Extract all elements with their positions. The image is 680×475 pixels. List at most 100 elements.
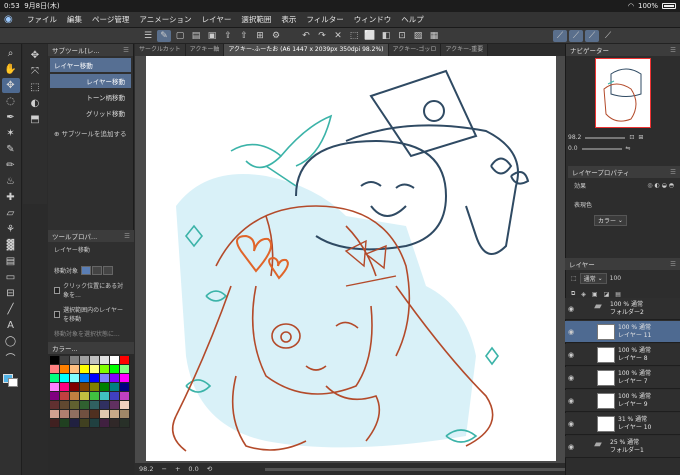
color-swatch[interactable] — [50, 365, 60, 374]
ruler-icon[interactable]: ▦ — [427, 30, 441, 42]
color-swatch[interactable] — [120, 365, 130, 374]
color-swatch[interactable] — [60, 383, 70, 392]
stabilizer-icon-3[interactable]: ⟋ — [585, 29, 599, 42]
background-color[interactable] — [7, 378, 18, 387]
stabilizer-icon-2[interactable]: ⟋ — [569, 29, 583, 42]
fit-icon[interactable]: ⊡ — [629, 134, 634, 141]
export-icon[interactable]: ⇪ — [221, 30, 235, 42]
menu-window[interactable]: ウィンドウ — [349, 14, 397, 25]
brush-icon[interactable]: ♨ — [2, 174, 20, 189]
target-grid-option[interactable] — [103, 266, 114, 275]
transform-icon[interactable]: ⬚ — [347, 30, 361, 42]
subtool-item-layer-move-header[interactable]: レイヤー移動 — [50, 58, 131, 72]
tab-acrylic-axis[interactable]: アクキー軸 — [185, 44, 225, 56]
color-swatch[interactable] — [50, 383, 60, 392]
color-swatch[interactable] — [50, 419, 60, 428]
layer-row[interactable]: ◉ 100 % 通常 レイヤー 7 — [565, 367, 680, 389]
color-swatch[interactable] — [50, 401, 60, 410]
layer-row[interactable]: ◉ 100 % 通常 レイヤー 8 — [565, 344, 680, 366]
color-swatch[interactable] — [120, 356, 130, 365]
color-swatch[interactable] — [120, 392, 130, 401]
visibility-eye-icon[interactable]: ◉ — [565, 397, 577, 405]
color-swatch[interactable] — [70, 356, 80, 365]
save-icon[interactable]: ▣ — [205, 30, 219, 42]
option-checkbox-1[interactable] — [54, 286, 61, 294]
color-swatch[interactable] — [80, 365, 90, 374]
visibility-eye-icon[interactable]: ◉ — [565, 328, 577, 336]
layer-lock-icon[interactable]: ⬚ — [571, 275, 577, 282]
menu-view[interactable]: 表示 — [276, 14, 301, 25]
color-indicator[interactable] — [2, 374, 19, 387]
eraser-icon[interactable]: ▱ — [2, 206, 20, 221]
zoom-icon[interactable]: ⌕ — [2, 46, 20, 61]
move-layer-group-icon[interactable]: ✥ — [26, 48, 44, 63]
target-layer-option[interactable] — [81, 266, 92, 275]
stabilizer-icon-4[interactable]: ⟋ — [601, 30, 615, 42]
color-swatch[interactable] — [80, 401, 90, 410]
color-swatch[interactable] — [90, 401, 100, 410]
blend-mode-select[interactable]: 通常 ⌄ — [579, 273, 607, 284]
color-swatch[interactable] — [70, 401, 80, 410]
stabilizer-icon-1[interactable]: ⟋ — [553, 29, 567, 42]
color-swatch[interactable] — [60, 365, 70, 374]
mask-icon[interactable]: ◪ — [604, 291, 610, 298]
transform-group-icon[interactable]: ⤧ — [26, 64, 44, 79]
color-swatch[interactable] — [110, 383, 120, 392]
color-swatch[interactable] — [120, 374, 130, 383]
redo-icon[interactable]: ↷ — [315, 30, 329, 42]
blend-icon[interactable]: ⚘ — [2, 222, 20, 237]
color-swatch[interactable] — [90, 374, 100, 383]
airbrush-icon[interactable]: ✚ — [2, 190, 20, 205]
zoom-out-icon[interactable]: − — [161, 465, 166, 473]
invert-icon[interactable]: ◧ — [379, 30, 393, 42]
color-swatch[interactable] — [110, 392, 120, 401]
color-swatch[interactable] — [70, 410, 80, 419]
color-swatch[interactable] — [110, 374, 120, 383]
opacity-value[interactable]: 100 — [610, 275, 621, 282]
layer-row[interactable]: ◉ 100 % 通常 レイヤー 11 — [565, 321, 680, 343]
expression-color-select[interactable]: カラー ⌄ — [594, 215, 627, 226]
tab-acrylic-gorro[interactable]: アクキー-ゴッロ — [388, 44, 442, 56]
new-file-icon[interactable]: ▢ — [173, 30, 187, 42]
menu-animation[interactable]: アニメーション — [134, 14, 196, 25]
fill-tool-icon[interactable]: ▓ — [2, 238, 20, 253]
pen-mode-icon[interactable]: ✎ — [157, 29, 171, 42]
horizontal-scrollbar[interactable] — [265, 467, 565, 471]
color-swatch[interactable] — [70, 374, 80, 383]
menu-icon[interactable]: ☰ — [141, 30, 155, 42]
fill-icon[interactable]: ▨ — [411, 30, 425, 42]
pen-icon[interactable]: ✎ — [2, 142, 20, 157]
color-swatch[interactable] — [60, 410, 70, 419]
balloon-icon[interactable]: ◯ — [2, 334, 20, 349]
gradient-icon[interactable]: ▤ — [2, 254, 20, 269]
color-swatch[interactable] — [100, 365, 110, 374]
visibility-eye-icon[interactable]: ◉ — [565, 351, 577, 359]
color-swatch[interactable] — [90, 419, 100, 428]
actual-size-icon[interactable]: ⊞ — [638, 134, 643, 141]
tab-acrylic-important[interactable]: アクキー-重要 — [441, 44, 489, 56]
color-swatch[interactable] — [60, 356, 70, 365]
pencil-icon[interactable]: ✏ — [2, 158, 20, 173]
color-swatch[interactable] — [100, 392, 110, 401]
settings-icon[interactable]: ⚙ — [269, 30, 283, 42]
color-swatch[interactable] — [70, 419, 80, 428]
color-swatch[interactable] — [90, 365, 100, 374]
color-swatch[interactable] — [100, 374, 110, 383]
ruler-tool-icon[interactable]: ╱ — [2, 302, 20, 317]
menu-filter[interactable]: フィルター — [301, 14, 348, 25]
navigator-angle-value[interactable]: 0.0 — [568, 145, 578, 152]
ruler-group-icon[interactable]: ⬒ — [26, 112, 44, 127]
color-swatch[interactable] — [100, 383, 110, 392]
layer-folder-row[interactable]: ◉ ▰ 100 % 通常 フォルダー2 — [565, 298, 680, 320]
subtool-item-grid-move[interactable]: グリッド移動 — [50, 106, 131, 120]
color-swatch[interactable] — [70, 392, 80, 401]
object-group-icon[interactable]: ⬚ — [26, 80, 44, 95]
navigator-zoom-value[interactable]: 98.2 — [568, 134, 581, 141]
subtool-item-tone-move[interactable]: トーン柄移動 — [50, 90, 131, 104]
menu-selection[interactable]: 選択範囲 — [236, 14, 276, 25]
tab-acrylic-futao[interactable]: アクキー-ふーたお (A6 1447 x 2039px 350dpi 98.2%… — [224, 44, 389, 56]
color-swatch[interactable] — [70, 365, 80, 374]
zoom-in-icon[interactable]: + — [175, 465, 180, 473]
add-subtool-button[interactable]: ⊕ サブツールを追加する — [48, 120, 133, 146]
deselect-icon[interactable]: ⬜ — [363, 30, 377, 42]
